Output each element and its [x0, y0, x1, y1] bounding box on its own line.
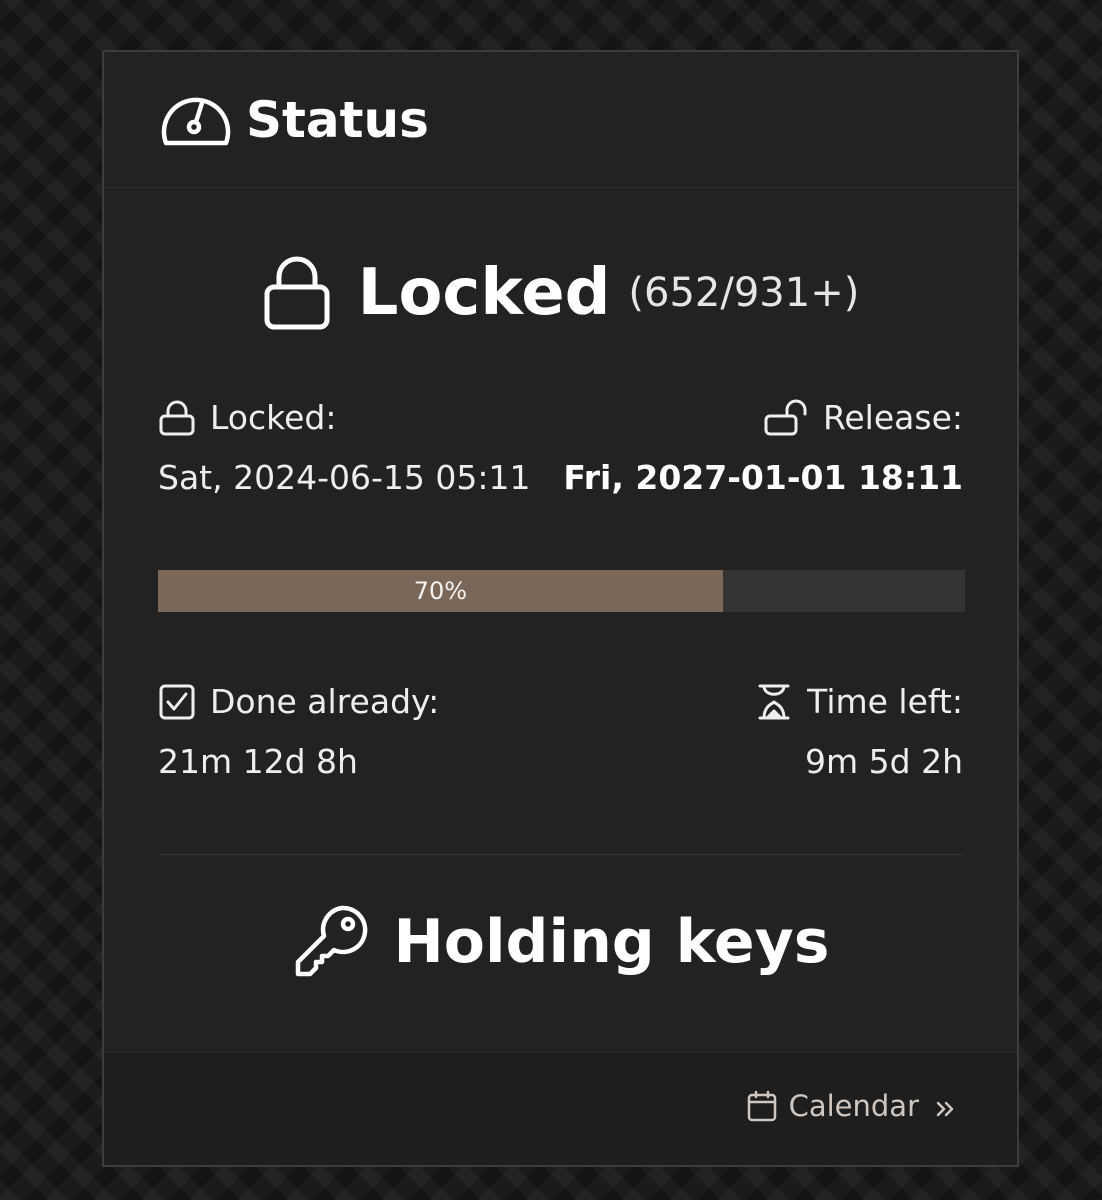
status-card: Status Locked (652/931+) Locked: Release…	[102, 50, 1019, 1167]
locked-label: Locked:	[158, 398, 336, 437]
lock-icon	[262, 255, 332, 331]
page-title: Status	[246, 90, 429, 149]
done-value: 21m 12d 8h	[158, 742, 358, 781]
card-header: Status	[104, 52, 1017, 188]
checkbox-icon	[158, 683, 196, 721]
holding-keys: Holding keys	[104, 900, 1017, 984]
chevron-double-right-icon	[933, 1094, 957, 1118]
holding-keys-title: Holding keys	[393, 907, 830, 977]
key-icon	[292, 902, 372, 982]
lock-status: Locked (652/931+)	[104, 248, 1017, 338]
unlock-icon	[763, 399, 809, 437]
divider	[158, 854, 963, 855]
lock-count: (652/931+)	[628, 270, 860, 316]
calendar-icon	[747, 1090, 777, 1122]
calendar-link[interactable]: Calendar	[747, 1089, 957, 1123]
calendar-label: Calendar	[788, 1089, 919, 1123]
gauge-icon	[160, 91, 232, 149]
time-left-value: 9m 5d 2h	[805, 742, 963, 781]
locked-date: Sat, 2024-06-15 05:11	[158, 458, 531, 497]
progress-bar: 70%	[158, 570, 965, 612]
dates-label-row: Locked: Release:	[158, 398, 963, 437]
progress-label: 70%	[413, 577, 468, 605]
dates-value-row: Sat, 2024-06-15 05:11 Fri, 2027-01-01 18…	[158, 458, 963, 497]
done-label: Done already:	[158, 682, 439, 721]
release-date: Fri, 2027-01-01 18:11	[563, 458, 963, 497]
time-left-label: Time left:	[755, 682, 963, 721]
card-footer: Calendar	[104, 1052, 1017, 1165]
duration-value-row: 21m 12d 8h 9m 5d 2h	[158, 742, 963, 781]
hourglass-icon	[755, 683, 793, 721]
release-label: Release:	[763, 398, 963, 437]
lock-state: Locked	[357, 256, 611, 330]
small-lock-icon	[158, 399, 196, 437]
duration-label-row: Done already: Time left:	[158, 682, 963, 721]
